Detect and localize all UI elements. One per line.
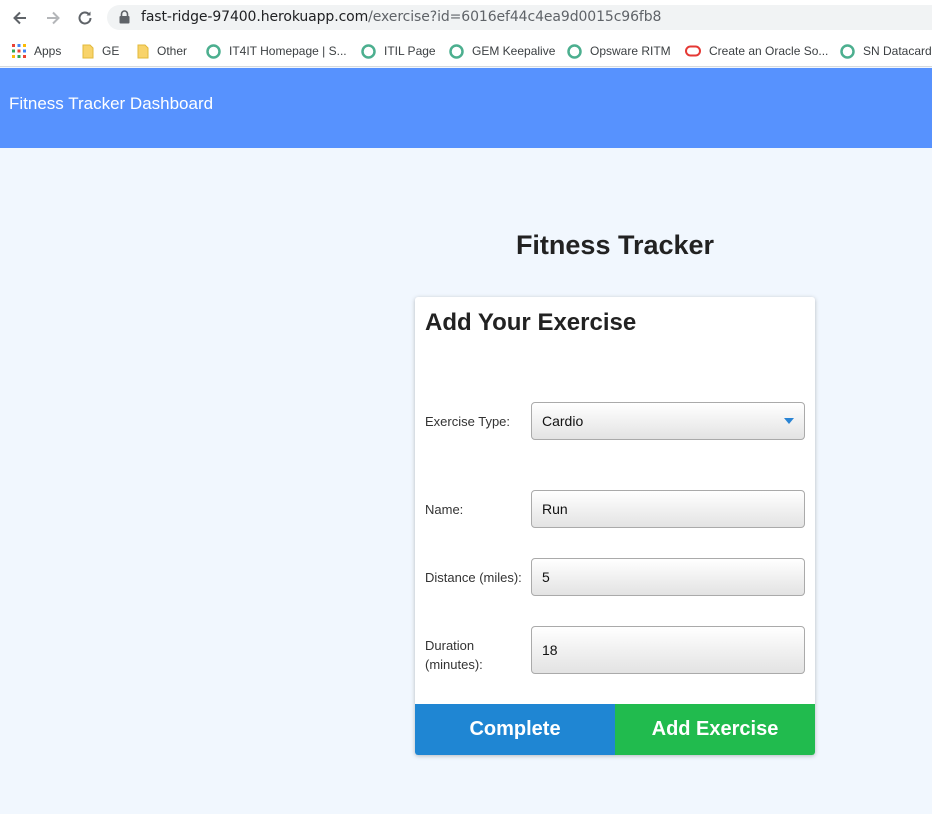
bookmark-label: Opsware RITM	[590, 44, 671, 58]
bookmark-label: SN Datacards	[863, 44, 932, 58]
bookmark-opsware[interactable]: Opsware RITM	[567, 41, 671, 61]
distance-value: 5	[542, 569, 550, 585]
bookmark-it4it[interactable]: IT4IT Homepage | S...	[206, 41, 347, 61]
distance-input[interactable]: 5	[531, 558, 805, 596]
duration-label-line1: Duration	[425, 638, 475, 653]
bookmark-label: IT4IT Homepage | S...	[229, 44, 347, 58]
bookmarks-bar: Apps GE Other IT4IT Homepage | S... ITIL…	[0, 35, 932, 67]
distance-label: Distance (miles):	[425, 570, 522, 585]
name-input[interactable]: Run	[531, 490, 805, 528]
bookmark-sn-datacards[interactable]: SN Datacards	[840, 41, 932, 61]
bookmark-label: Apps	[34, 44, 62, 58]
add-exercise-button[interactable]: Add Exercise	[615, 704, 815, 755]
bookmark-label: Other	[157, 44, 188, 58]
site-icon	[449, 43, 464, 59]
url-domain: fast-ridge-97400.herokuapp.com	[141, 9, 369, 25]
duration-value: 18	[542, 642, 558, 658]
back-arrow-icon[interactable]	[8, 6, 32, 30]
site-icon	[361, 43, 376, 59]
bookmark-oracle[interactable]: Create an Oracle So...	[685, 41, 828, 61]
apps-grid-icon	[12, 44, 26, 58]
site-icon	[206, 43, 221, 59]
reload-icon[interactable]	[73, 6, 97, 30]
exercise-type-value: Cardio	[542, 413, 584, 429]
bookmark-label: Create an Oracle So...	[709, 44, 829, 58]
name-label: Name:	[425, 502, 464, 517]
add-exercise-card: Add Your Exercise Exercise Type: Cardio …	[415, 297, 815, 755]
dropdown-caret-icon	[784, 418, 794, 424]
browser-toolbar: fast-ridge-97400.herokuapp.com/exercise?…	[0, 0, 932, 35]
page-title: Fitness Tracker	[515, 230, 715, 260]
bookmark-itil[interactable]: ITIL Page	[361, 41, 436, 61]
site-icon	[840, 43, 855, 59]
duration-label: Duration (minutes):	[425, 636, 483, 674]
app-header: Fitness Tracker Dashboard	[0, 68, 932, 148]
oracle-icon	[685, 45, 701, 57]
duration-label-line2: (minutes):	[425, 657, 483, 672]
url-text: fast-ridge-97400.herokuapp.com/exercise?…	[141, 9, 661, 25]
bookmark-label: GE	[102, 44, 120, 58]
bookmark-label: ITIL Page	[384, 44, 436, 58]
app-title[interactable]: Fitness Tracker Dashboard	[9, 94, 213, 114]
bookmark-gem[interactable]: GEM Keepalive	[449, 41, 555, 61]
folder-icon	[82, 44, 94, 59]
url-path: /exercise?id=6016ef44c4ea9d0015c96fb8	[368, 9, 662, 25]
bookmark-folder-other[interactable]: Other	[137, 41, 187, 61]
bookmark-label: GEM Keepalive	[472, 44, 556, 58]
exercise-type-select[interactable]: Cardio	[531, 402, 805, 440]
duration-input[interactable]: 18	[531, 626, 805, 674]
bookmark-apps[interactable]: Apps	[12, 41, 61, 61]
folder-icon	[137, 44, 149, 59]
exercise-type-label: Exercise Type:	[425, 414, 511, 429]
name-value: Run	[542, 501, 568, 517]
lock-icon	[119, 10, 130, 29]
site-icon	[567, 43, 582, 59]
bookmark-folder-ge[interactable]: GE	[82, 41, 119, 61]
address-bar[interactable]: fast-ridge-97400.herokuapp.com/exercise?…	[107, 5, 932, 30]
complete-button[interactable]: Complete	[415, 704, 615, 755]
forward-arrow-icon[interactable]	[41, 6, 65, 30]
card-title: Add Your Exercise	[425, 309, 637, 336]
